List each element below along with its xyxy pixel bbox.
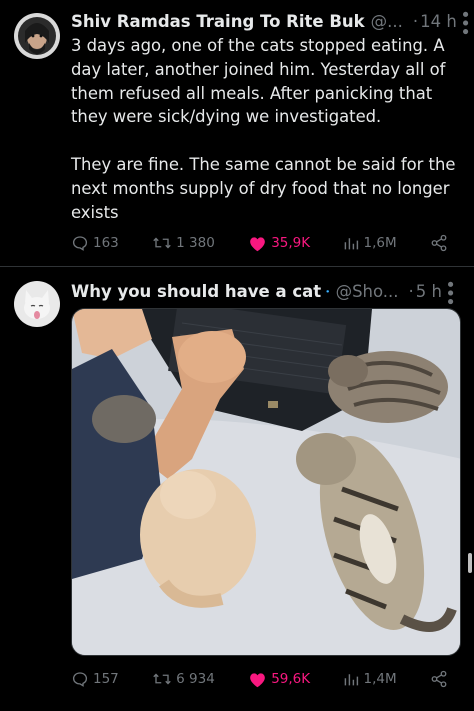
avatar[interactable] bbox=[14, 13, 60, 59]
reply-count: 157 bbox=[93, 671, 119, 687]
views-button[interactable]: 1,6M bbox=[343, 235, 397, 251]
view-count: 1,4M bbox=[363, 671, 397, 687]
reply-count: 163 bbox=[93, 235, 119, 251]
action-bar: 157 6 934 59,6K 1,4M bbox=[71, 670, 448, 688]
more-icon[interactable]: ••• bbox=[439, 279, 460, 305]
separator-dot: · bbox=[412, 11, 419, 31]
reply-button[interactable]: 157 bbox=[71, 670, 119, 688]
like-button[interactable]: 35,9K bbox=[248, 235, 310, 252]
reply-icon bbox=[72, 672, 88, 687]
author-handle[interactable]: @... bbox=[371, 11, 403, 33]
view-count: 1,6M bbox=[363, 235, 397, 251]
views-button[interactable]: 1,4M bbox=[343, 671, 397, 687]
repost-button[interactable]: 6 934 bbox=[152, 670, 215, 688]
views-icon bbox=[345, 674, 359, 686]
reply-button[interactable]: 163 bbox=[71, 234, 119, 252]
heart-icon bbox=[250, 672, 266, 687]
like-button[interactable]: 59,6K bbox=[248, 671, 310, 688]
author-name[interactable]: Shiv Ramdas Traing To Rite Buk bbox=[71, 11, 365, 33]
share-button[interactable] bbox=[430, 670, 448, 688]
share-icon bbox=[431, 670, 447, 688]
share-button[interactable] bbox=[430, 234, 448, 252]
timeline: Shiv Ramdas Traing To Rite Buk @... · 14… bbox=[0, 0, 474, 711]
repost-icon bbox=[153, 673, 171, 685]
author-name[interactable]: Why you should have a cat bbox=[71, 281, 321, 303]
repost-button[interactable]: 1 380 bbox=[152, 234, 215, 252]
heart-icon bbox=[250, 236, 266, 251]
views-icon bbox=[345, 238, 359, 250]
repost-icon bbox=[153, 237, 171, 249]
tweet[interactable]: Shiv Ramdas Traing To Rite Buk @... · 14… bbox=[0, 0, 474, 267]
tweet-photo[interactable] bbox=[71, 308, 461, 656]
separator-dot: · bbox=[408, 281, 414, 301]
repost-count: 1 380 bbox=[176, 235, 215, 251]
like-count: 59,6K bbox=[271, 671, 311, 687]
tweet-header: Shiv Ramdas Traing To Rite Buk @... · 14… bbox=[71, 9, 474, 35]
reply-icon bbox=[72, 236, 88, 251]
tweet-text: 3 days ago, one of the cats stopped eati… bbox=[71, 34, 463, 224]
tweet-header: Why you should have a cat @Sho... · 5 h … bbox=[71, 279, 460, 305]
scrollbar-thumb[interactable] bbox=[468, 553, 472, 573]
author-handle[interactable]: @Sho... bbox=[336, 281, 399, 303]
timestamp[interactable]: 14 h bbox=[420, 11, 457, 33]
tweet[interactable]: Why you should have a cat @Sho... · 5 h … bbox=[0, 267, 474, 711]
like-count: 35,9K bbox=[271, 235, 311, 251]
verified-badge-icon bbox=[326, 290, 330, 294]
repost-count: 6 934 bbox=[176, 671, 215, 687]
tweet-paragraph: They are fine. The same cannot be said f… bbox=[71, 154, 456, 222]
share-icon bbox=[431, 234, 447, 252]
avatar[interactable] bbox=[14, 281, 60, 327]
cats-on-bed-photo bbox=[72, 309, 460, 655]
tweet-paragraph: 3 days ago, one of the cats stopped eati… bbox=[71, 36, 446, 127]
more-icon[interactable]: ••• bbox=[454, 9, 474, 35]
action-bar: 163 1 380 35,9K 1,6M bbox=[71, 234, 448, 252]
